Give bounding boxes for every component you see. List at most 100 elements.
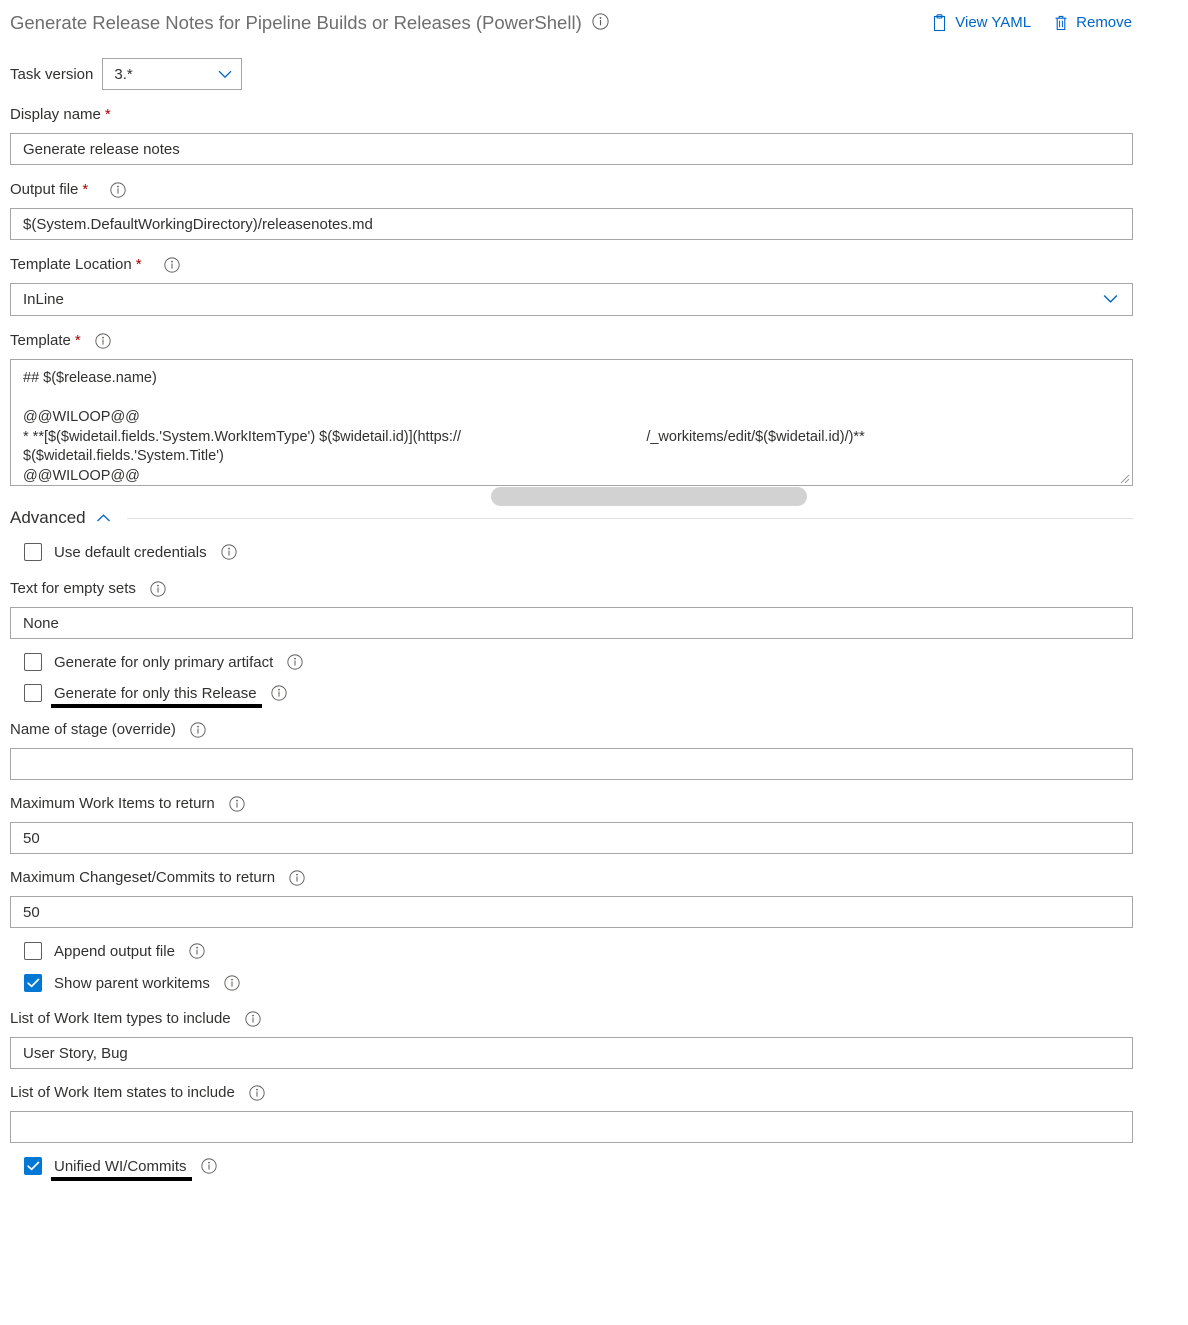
info-icon[interactable] — [110, 182, 126, 198]
use-default-credentials-label: Use default credentials — [54, 543, 207, 561]
append-output-file-checkbox[interactable] — [24, 942, 42, 960]
template-line-5: $($widetail.fields.'System.Title') — [23, 448, 224, 464]
chevron-up-icon — [96, 513, 111, 523]
max-changesets-input[interactable]: 50 — [10, 896, 1133, 928]
panel-header: Generate Release Notes for Pipeline Buil… — [10, 0, 1178, 46]
header-actions: View YAML Remove — [931, 11, 1178, 33]
text-empty-sets-input[interactable]: None — [10, 607, 1133, 639]
info-icon[interactable] — [245, 1011, 261, 1027]
remove-button[interactable]: Remove — [1053, 13, 1132, 33]
display-name-value: Generate release notes — [23, 140, 180, 158]
append-output-file-label: Append output file — [54, 942, 175, 960]
advanced-label: Advanced — [10, 508, 86, 527]
label-text: Maximum Changeset/Commits to return — [10, 869, 276, 886]
template-line-4: * **[$($widetail.fields.'System.WorkItem… — [23, 428, 865, 445]
field-wi-types: List of Work Item types to include User … — [10, 1009, 1178, 1069]
field-wi-states: List of Work Item states to include — [10, 1083, 1178, 1143]
label-text: Maximum Work Items to return — [10, 795, 215, 812]
text-empty-sets-label: Text for empty sets — [10, 579, 1178, 599]
field-template: Template * ## $($release.name) @@WILOOP@… — [10, 331, 1178, 486]
info-icon[interactable] — [150, 581, 166, 597]
show-parent-workitems-checkbox[interactable] — [24, 974, 42, 992]
checkbox-row-append-output-file[interactable]: Append output file — [10, 937, 1178, 965]
max-work-items-label: Maximum Work Items to return — [10, 794, 1178, 814]
info-icon[interactable] — [163, 257, 180, 273]
label-text: Template — [10, 332, 71, 349]
only-this-release-checkbox[interactable] — [24, 684, 42, 702]
label-text: Template Location — [10, 256, 132, 273]
task-version-select[interactable]: 3.* — [102, 58, 243, 90]
remove-label: Remove — [1076, 14, 1132, 31]
trash-icon — [1053, 14, 1069, 32]
wi-types-input[interactable]: User Story, Bug — [10, 1037, 1133, 1069]
field-template-location: Template Location * InLine — [10, 255, 1178, 316]
required-marker: * — [82, 181, 89, 198]
info-icon[interactable] — [592, 13, 609, 30]
section-divider — [126, 517, 1133, 519]
chevron-down-icon — [1103, 291, 1118, 308]
label-text: Display name — [10, 106, 101, 123]
output-file-input[interactable]: $(System.DefaultWorkingDirectory)/releas… — [10, 208, 1133, 240]
field-stage-name-override: Name of stage (override) — [10, 720, 1178, 780]
advanced-section-toggle[interactable]: Advanced — [10, 504, 1178, 532]
only-primary-artifact-checkbox[interactable] — [24, 653, 42, 671]
template-line-6: @@WILOOP@@ — [23, 467, 140, 484]
max-work-items-value: 50 — [23, 829, 40, 847]
wi-types-label: List of Work Item types to include — [10, 1009, 1178, 1029]
label-text: Output file — [10, 181, 79, 198]
output-file-label: Output file * — [10, 180, 1178, 200]
info-icon[interactable] — [229, 796, 245, 812]
only-primary-artifact-label: Generate for only primary artifact — [54, 653, 274, 671]
template-location-label: Template Location * — [10, 255, 1178, 275]
required-marker: * — [135, 256, 142, 273]
info-icon[interactable] — [287, 654, 303, 670]
info-icon[interactable] — [200, 1158, 217, 1174]
show-parent-workitems-label: Show parent workitems — [54, 974, 210, 992]
wi-states-label: List of Work Item states to include — [10, 1083, 1178, 1103]
template-textarea[interactable]: ## $($release.name) @@WILOOP@@ * **[$($w… — [10, 359, 1133, 486]
checkbox-row-show-parent-workitems[interactable]: Show parent workitems — [10, 969, 1178, 997]
info-icon[interactable] — [95, 333, 111, 349]
checkbox-row-only-this-release[interactable]: Generate for only this Release — [10, 679, 1178, 708]
required-marker: * — [104, 106, 111, 123]
wi-states-input[interactable] — [10, 1111, 1133, 1143]
unified-wi-commits-checkbox[interactable] — [24, 1157, 42, 1175]
redacted-url-host — [491, 487, 807, 506]
label-text: List of Work Item states to include — [10, 1084, 235, 1101]
resize-handle-icon[interactable] — [1118, 471, 1130, 484]
checkbox-row-unified-wi-commits[interactable]: Unified WI/Commits — [10, 1152, 1178, 1181]
info-icon[interactable] — [249, 1085, 265, 1101]
task-config-panel: Generate Release Notes for Pipeline Buil… — [0, 0, 1188, 1181]
label-text: Text for empty sets — [10, 580, 136, 597]
chevron-down-icon — [218, 66, 232, 83]
template-line-1: ## $($release.name) — [23, 370, 157, 386]
wi-types-value: User Story, Bug — [23, 1044, 128, 1062]
max-work-items-input[interactable]: 50 — [10, 822, 1133, 854]
required-marker: * — [74, 332, 81, 349]
page-title: Generate Release Notes for Pipeline Buil… — [10, 12, 582, 33]
field-output-file: Output file * $(System.DefaultWorkingDir… — [10, 180, 1178, 240]
info-icon[interactable] — [220, 544, 237, 560]
use-default-credentials-checkbox[interactable] — [24, 543, 42, 561]
display-name-label: Display name * — [10, 105, 1178, 125]
view-yaml-label: View YAML — [955, 14, 1032, 31]
display-name-input[interactable]: Generate release notes — [10, 133, 1133, 165]
output-file-value: $(System.DefaultWorkingDirectory)/releas… — [23, 215, 373, 233]
view-yaml-button[interactable]: View YAML — [931, 13, 1031, 33]
template-line-2 — [23, 389, 1120, 409]
info-icon[interactable] — [190, 722, 206, 738]
info-icon[interactable] — [189, 943, 205, 959]
field-display-name: Display name * Generate release notes — [10, 105, 1178, 165]
checkbox-row-only-primary-artifact[interactable]: Generate for only primary artifact — [10, 648, 1178, 676]
max-changesets-label: Maximum Changeset/Commits to return — [10, 868, 1178, 888]
info-icon[interactable] — [271, 685, 287, 701]
template-line-3: @@WILOOP@@ — [23, 409, 140, 425]
info-icon[interactable] — [289, 870, 305, 886]
checkbox-row-use-default-credentials[interactable]: Use default credentials — [10, 538, 1178, 566]
info-icon[interactable] — [224, 975, 240, 991]
stage-name-override-input[interactable] — [10, 748, 1133, 780]
max-changesets-value: 50 — [23, 903, 40, 921]
unified-wi-commits-label: Unified WI/Commits — [51, 1157, 192, 1181]
template-location-select[interactable]: InLine — [10, 283, 1133, 316]
template-label: Template * — [10, 331, 1178, 351]
